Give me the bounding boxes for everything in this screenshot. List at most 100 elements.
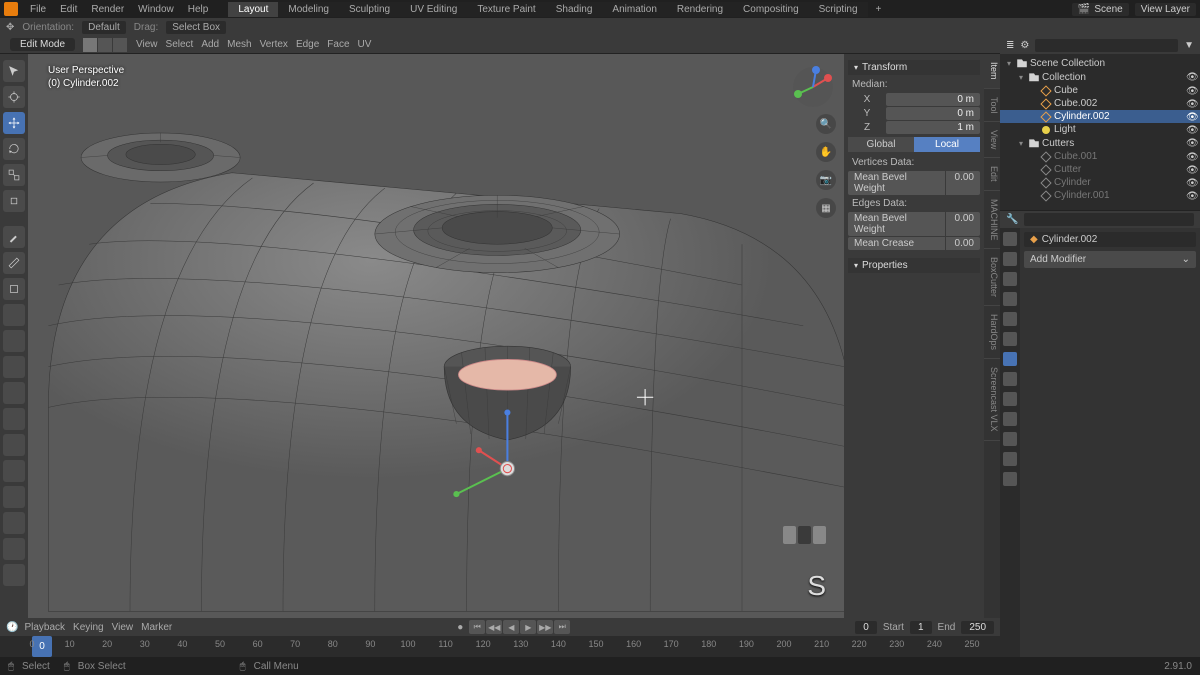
workspace-tab-animation[interactable]: Animation xyxy=(602,2,666,17)
viewport-3d[interactable]: User Perspective (0) Cylinder.002 🔍 ✋ 📷 … xyxy=(28,54,844,618)
timeline-menu-marker[interactable]: Marker xyxy=(141,622,172,633)
outliner-item-cutter[interactable]: Cutter👁 xyxy=(1000,163,1200,176)
mean-bevel-v-field[interactable]: 0.00 xyxy=(946,171,980,195)
play-rev-button[interactable]: ◀ xyxy=(503,620,519,634)
jump-end-button[interactable]: ⏭ xyxy=(554,620,570,634)
editor-menu-add[interactable]: Add xyxy=(201,39,219,50)
n-tab-boxcutter[interactable]: BoxCutter xyxy=(984,249,1000,306)
z-field[interactable]: 1 m xyxy=(886,121,980,134)
timeline-cursor[interactable]: 0 xyxy=(32,636,52,657)
outliner-search-input[interactable] xyxy=(1035,39,1178,52)
extrude-tool[interactable] xyxy=(3,304,25,326)
edit-menu[interactable]: Edit xyxy=(54,2,83,17)
outliner-item-cylinder-001[interactable]: Cylinder.001👁 xyxy=(1000,189,1200,202)
outliner-item-cylinder[interactable]: Cylinder👁 xyxy=(1000,176,1200,189)
scene-tab[interactable] xyxy=(1003,292,1017,306)
timeline-menu-view[interactable]: View xyxy=(112,622,134,633)
workspace-tab-modeling[interactable]: Modeling xyxy=(278,2,339,17)
constraint-tab[interactable] xyxy=(1003,412,1017,426)
object-tab[interactable] xyxy=(1003,332,1017,346)
editor-menu-uv[interactable]: UV xyxy=(358,39,372,50)
properties-search-input[interactable] xyxy=(1024,213,1194,226)
add-cube-tool[interactable] xyxy=(3,278,25,300)
knife-tool[interactable] xyxy=(3,408,25,430)
workspace-tab-scripting[interactable]: Scripting xyxy=(809,2,868,17)
workspace-tab-shading[interactable]: Shading xyxy=(546,2,603,17)
zoom-icon[interactable]: 🔍 xyxy=(816,114,836,134)
data-tab[interactable] xyxy=(1003,432,1017,446)
outliner-scene-collection[interactable]: ▾Scene Collection xyxy=(1000,56,1200,70)
bevel-tool[interactable] xyxy=(3,356,25,378)
nav-gizmo-icon[interactable] xyxy=(790,64,836,110)
particle-tab[interactable] xyxy=(1003,372,1017,386)
space-toggle[interactable]: GlobalLocal xyxy=(848,137,980,152)
next-key-button[interactable]: ▶▶ xyxy=(537,620,553,634)
current-frame-field[interactable]: 0 xyxy=(855,621,877,634)
inset-tool[interactable] xyxy=(3,330,25,352)
workspace-tab-texture-paint[interactable]: Texture Paint xyxy=(467,2,545,17)
window-menu[interactable]: Window xyxy=(132,2,180,17)
n-tab-screencast-vlx[interactable]: Screencast VLX xyxy=(984,359,1000,441)
add-modifier-dropdown[interactable]: Add Modifier ⌄ xyxy=(1024,251,1196,268)
pan-icon[interactable]: ✋ xyxy=(816,142,836,162)
rotate-tool[interactable] xyxy=(3,138,25,160)
annotate-tool[interactable] xyxy=(3,226,25,248)
mean-bevel-e-field[interactable]: 0.00 xyxy=(946,212,980,236)
loopcut-tool[interactable] xyxy=(3,382,25,404)
workspace-tab-sculpting[interactable]: Sculpting xyxy=(339,2,400,17)
outliner[interactable]: ▾Scene Collection▾Collection👁Cube👁Cube.0… xyxy=(1000,54,1200,210)
n-tab-view[interactable]: View xyxy=(984,122,1000,158)
outliner-item-cube-001[interactable]: Cube.001👁 xyxy=(1000,150,1200,163)
cursor-tool[interactable] xyxy=(3,86,25,108)
start-frame-field[interactable]: 1 xyxy=(910,621,932,634)
editor-menu-view[interactable]: View xyxy=(136,39,158,50)
timeline-menu-keying[interactable]: Keying xyxy=(73,622,104,633)
x-field[interactable]: 0 m xyxy=(886,93,980,106)
spin-tool[interactable] xyxy=(3,460,25,482)
mean-crease-field[interactable]: 0.00 xyxy=(946,237,980,250)
n-tab-hardops[interactable]: HardOps xyxy=(984,306,1000,359)
output-tab[interactable] xyxy=(1003,252,1017,266)
filter-funnel-icon[interactable]: ▼ xyxy=(1184,40,1194,51)
measure-tool[interactable] xyxy=(3,252,25,274)
editor-menu-mesh[interactable]: Mesh xyxy=(227,39,251,50)
viewlayer-selector[interactable]: View Layer xyxy=(1135,3,1196,16)
outliner-item-cube-002[interactable]: Cube.002👁 xyxy=(1000,97,1200,110)
editor-menu-vertex[interactable]: Vertex xyxy=(260,39,288,50)
material-tab[interactable] xyxy=(1003,452,1017,466)
outliner-item-light[interactable]: Light👁 xyxy=(1000,123,1200,136)
shrink-tool[interactable] xyxy=(3,538,25,560)
transform-tool[interactable] xyxy=(3,190,25,212)
workspace-tab-compositing[interactable]: Compositing xyxy=(733,2,809,17)
prev-key-button[interactable]: ◀◀ xyxy=(486,620,502,634)
n-tab-tool[interactable]: Tool xyxy=(984,89,1000,123)
workspace-tab-rendering[interactable]: Rendering xyxy=(667,2,733,17)
cursor-tool-icon[interactable]: ✥ xyxy=(6,22,14,33)
camera-icon[interactable]: 📷 xyxy=(816,170,836,190)
file-menu[interactable]: File xyxy=(24,2,52,17)
editor-menu-face[interactable]: Face xyxy=(327,39,349,50)
smooth-tool[interactable] xyxy=(3,486,25,508)
transform-panel-header[interactable]: Transform xyxy=(848,60,980,75)
timeline-menu-playback[interactable]: Playback xyxy=(24,622,65,633)
jump-start-button[interactable]: ⏮ xyxy=(469,620,485,634)
perspective-icon[interactable]: ▦ xyxy=(816,198,836,218)
render-menu[interactable]: Render xyxy=(85,2,130,17)
n-tab-machine[interactable]: MACHINE xyxy=(984,191,1000,250)
n-tab-item[interactable]: Item xyxy=(984,54,1000,89)
timeline-ruler[interactable]: 0 01020304050607080901001101201301401501… xyxy=(0,636,1000,657)
timeline-icon[interactable]: 🕐 xyxy=(6,622,18,633)
properties-panel-header[interactable]: Properties xyxy=(848,258,980,273)
scene-selector[interactable]: 🎬Scene xyxy=(1072,3,1129,16)
select-mode-buttons[interactable] xyxy=(83,38,128,52)
world-tab[interactable] xyxy=(1003,312,1017,326)
help-menu[interactable]: Help xyxy=(182,2,215,17)
edge-slide-tool[interactable] xyxy=(3,512,25,534)
outliner-item-collection[interactable]: ▾Collection👁 xyxy=(1000,70,1200,84)
viewlayer-tab[interactable] xyxy=(1003,272,1017,286)
filter-icon[interactable]: ⚙ xyxy=(1020,40,1029,51)
polybuild-tool[interactable] xyxy=(3,434,25,456)
workspace-tab-layout[interactable]: Layout xyxy=(228,2,278,17)
texture-tab[interactable] xyxy=(1003,472,1017,486)
mode-selector[interactable]: Edit Mode xyxy=(10,38,75,51)
